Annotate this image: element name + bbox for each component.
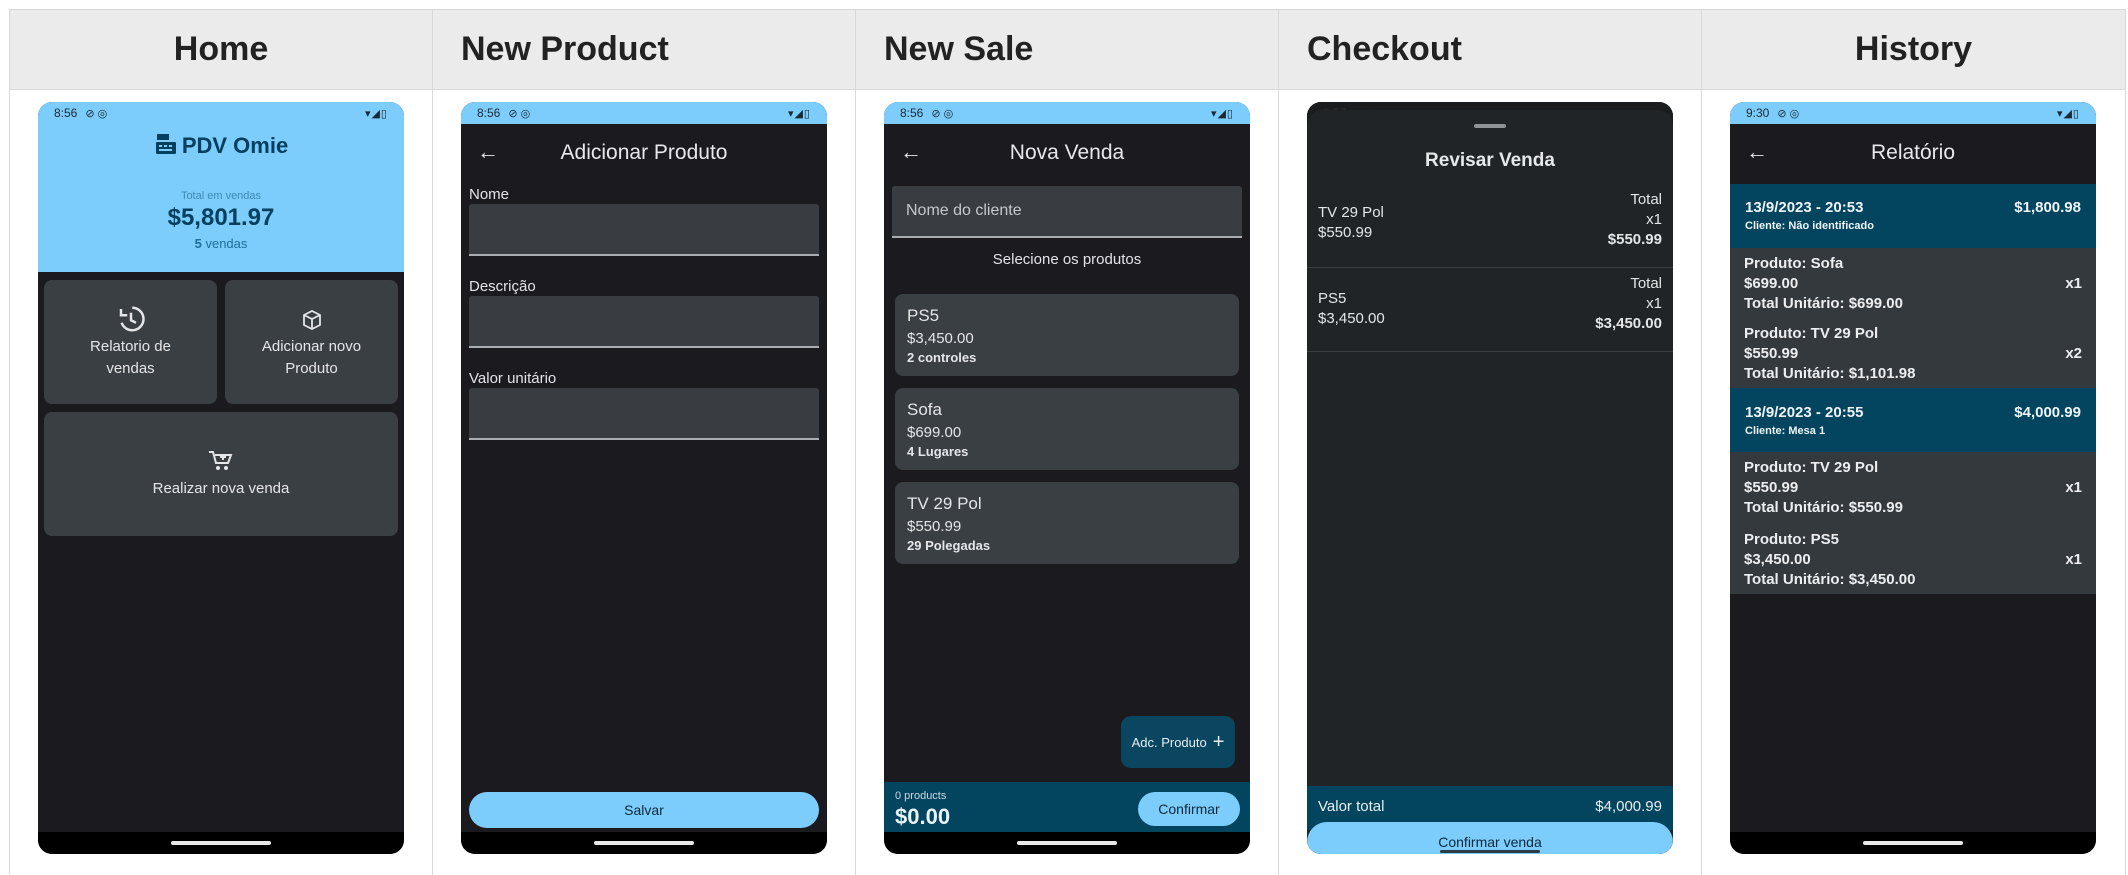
status-bar: 9:30 ⊘ ◎ ▾◢▯ bbox=[1730, 102, 2096, 124]
app-bar: ← Relatório bbox=[1730, 124, 2096, 182]
status-bar: 8:56 ⊘ ◎ ▾◢▯ bbox=[461, 102, 827, 124]
column-header: Home bbox=[10, 10, 432, 90]
app-name: PDV Omie bbox=[181, 133, 289, 158]
product-card[interactable]: TV 29 Pol $550.99 29 Polegadas bbox=[895, 482, 1239, 564]
app-bar: ← Adicionar Produto bbox=[461, 124, 827, 182]
column-header: History bbox=[1702, 10, 2125, 90]
column-new-product: New Product 8:56 ⊘ ◎ ▾◢▯ ← Adicionar Pro… bbox=[433, 10, 856, 875]
home-header: PDV Omie Total em vendas $5,801.97 5 ven… bbox=[38, 124, 404, 272]
client-name-input[interactable]: Nome do cliente bbox=[892, 186, 1242, 238]
home-gesture-pill[interactable] bbox=[1440, 850, 1540, 853]
phone-new-product: 8:56 ⊘ ◎ ▾◢▯ ← Adicionar Produto Nome De… bbox=[461, 102, 827, 854]
sale-header[interactable]: 13/9/2023 - 20:55 Cliente: Mesa 1 $4,000… bbox=[1730, 388, 2096, 452]
total-label: Total em vendas bbox=[180, 190, 262, 202]
unit-price-input[interactable] bbox=[469, 388, 819, 440]
status-bar: 8:56 ⊘ ◎ ▾◢▯ bbox=[38, 102, 404, 124]
total-value: $4,000.99 bbox=[1595, 798, 1662, 815]
screens-grid: Home 8:56 ⊘ ◎ ▾◢▯ PDV Omie Total em vend… bbox=[9, 9, 2126, 875]
app-title: PDV Omie bbox=[38, 132, 404, 162]
products-count: 0 products bbox=[895, 790, 947, 802]
name-label: Nome bbox=[469, 186, 510, 203]
box-icon bbox=[225, 308, 398, 337]
back-arrow-icon[interactable]: ← bbox=[1746, 139, 1768, 165]
checkout-item: PS5 $3,450.00 Total x1 $3,450.00 bbox=[1307, 268, 1673, 352]
product-card[interactable]: PS5 $3,450.00 2 controles bbox=[895, 294, 1239, 376]
save-button[interactable]: Salvar bbox=[469, 792, 819, 828]
new-sale-button[interactable]: Realizar nova venda bbox=[44, 412, 398, 536]
confirm-button[interactable]: Confirmar bbox=[1138, 792, 1240, 826]
column-checkout: Checkout 8:57 ⊘ ◎ ▾◢▯ Revisar Venda TV 2… bbox=[1279, 10, 1702, 875]
sales-report-button[interactable]: Relatorio de vendas bbox=[44, 280, 217, 404]
unit-price-label: Valor unitário bbox=[469, 370, 557, 387]
sale-summary-bar: 0 products $0.00 Confirmar bbox=[884, 782, 1250, 832]
column-new-sale: New Sale 8:56 ⊘ ◎ ▾◢▯ ← Nova Venda Nome … bbox=[856, 10, 1279, 875]
sales-count: 5 vendas bbox=[194, 236, 248, 251]
phone-new-sale: 8:56 ⊘ ◎ ▾◢▯ ← Nova Venda Nome do client… bbox=[884, 102, 1250, 854]
name-input[interactable] bbox=[469, 204, 819, 256]
product-card[interactable]: Sofa $699.00 4 Lugares bbox=[895, 388, 1239, 470]
add-product-button[interactable]: Adicionar novo Produto bbox=[225, 280, 398, 404]
home-gesture-pill[interactable] bbox=[171, 841, 271, 845]
cart-plus-icon bbox=[44, 450, 398, 477]
sale-item: Produto: TV 29 Pol $550.99 Total Unitári… bbox=[1730, 318, 2096, 388]
cash-register-icon bbox=[154, 132, 178, 162]
sale-item: Produto: Sofa $699.00 Total Unitário: $6… bbox=[1730, 248, 2096, 318]
sale-header[interactable]: 13/9/2023 - 20:53 Cliente: Não identific… bbox=[1730, 184, 2096, 248]
status-system-icons: ▾◢▯ bbox=[364, 107, 388, 120]
screen-title: Nova Venda bbox=[1009, 141, 1125, 164]
checkout-item: TV 29 Pol $550.99 Total x1 $550.99 bbox=[1307, 184, 1673, 268]
sheet-title: Revisar Venda bbox=[1425, 150, 1555, 171]
screen-title: Relatório bbox=[1870, 141, 1956, 164]
back-arrow-icon[interactable]: ← bbox=[477, 139, 499, 165]
plus-icon: + bbox=[1212, 731, 1225, 753]
phone-checkout: 8:57 ⊘ ◎ ▾◢▯ Revisar Venda TV 29 Pol $55… bbox=[1307, 102, 1673, 854]
column-header: Checkout bbox=[1279, 10, 1701, 90]
status-icons: ⊘ ◎ bbox=[85, 107, 108, 120]
screen-title: Adicionar Produto bbox=[560, 141, 728, 164]
status-bar: 8:56 ⊘ ◎ ▾◢▯ bbox=[884, 102, 1250, 124]
phone-history: 9:30 ⊘ ◎ ▾◢▯ ← Relatório 13/9/2023 - 20:… bbox=[1730, 102, 2096, 854]
sale-item: Produto: PS5 $3,450.00 Total Unitário: $… bbox=[1730, 522, 2096, 594]
column-history: History 9:30 ⊘ ◎ ▾◢▯ ← Relatório 13/9/20… bbox=[1702, 10, 2126, 875]
status-time: 8:56 bbox=[54, 106, 78, 120]
column-header: New Product bbox=[433, 10, 855, 90]
history-icon bbox=[44, 304, 217, 339]
description-label: Descrição bbox=[469, 278, 536, 295]
total-value: $5,801.97 bbox=[167, 204, 275, 231]
description-input[interactable] bbox=[469, 296, 819, 348]
select-products-label: Selecione os produtos bbox=[992, 251, 1142, 268]
system-nav-bar bbox=[38, 832, 404, 854]
back-arrow-icon[interactable]: ← bbox=[900, 139, 922, 165]
total-label: Valor total bbox=[1318, 798, 1385, 815]
column-home: Home 8:56 ⊘ ◎ ▾◢▯ PDV Omie Total em vend… bbox=[10, 10, 433, 875]
sheet-drag-handle[interactable] bbox=[1474, 124, 1506, 128]
phone-home: 8:56 ⊘ ◎ ▾◢▯ PDV Omie Total em vendas $5… bbox=[38, 102, 404, 854]
column-header: New Sale bbox=[856, 10, 1278, 90]
sale-total: $0.00 bbox=[895, 804, 951, 829]
add-product-fab[interactable]: Adc. Produto + bbox=[1121, 716, 1235, 768]
bottom-sheet: Revisar Venda TV 29 Pol $550.99 Total x1… bbox=[1307, 110, 1673, 854]
app-bar: ← Nova Venda bbox=[884, 124, 1250, 182]
sale-item: Produto: TV 29 Pol $550.99 Total Unitári… bbox=[1730, 452, 2096, 522]
